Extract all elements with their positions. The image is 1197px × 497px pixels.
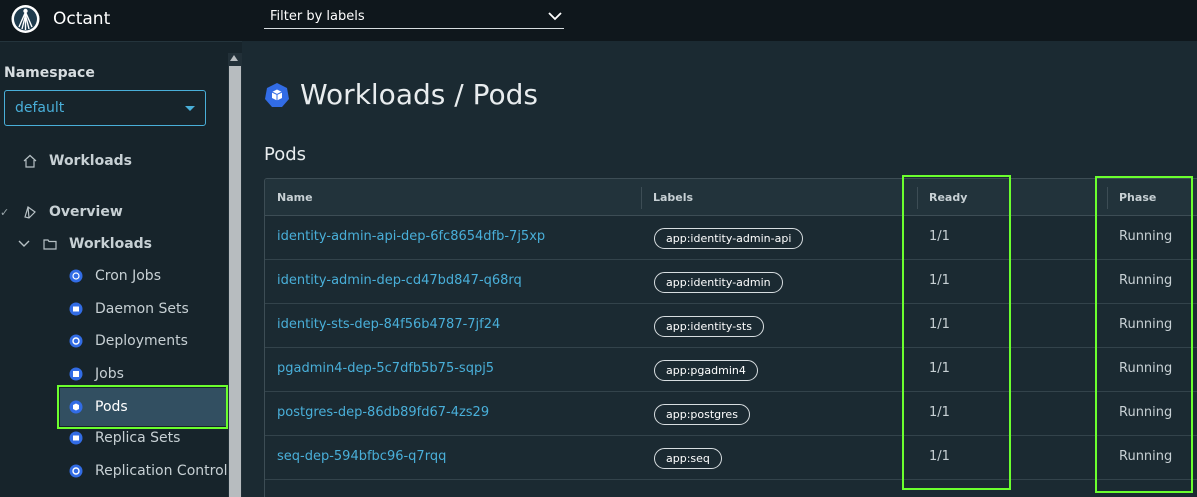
label-chip[interactable]: app:identity-admin-api bbox=[654, 228, 804, 249]
chevron-down-icon bbox=[548, 12, 562, 21]
job-icon bbox=[69, 367, 83, 381]
octant-logo-icon[interactable] bbox=[10, 3, 41, 36]
sidebar-item-label: Daemon Sets bbox=[95, 301, 189, 317]
sidebar-item-label: Jobs bbox=[95, 366, 124, 382]
sidebar-item-workloads-group[interactable]: Workloads bbox=[18, 229, 152, 259]
highlight-box-ready-column bbox=[902, 175, 1011, 490]
label-chip[interactable]: app:identity-admin bbox=[654, 272, 783, 293]
sidebar-item-label: Workloads bbox=[49, 153, 132, 169]
table-row: seq-dep-594bfbc96-q7rqq app:seq 1/1 Runn… bbox=[265, 436, 1197, 480]
table-row: pgadmin4-dep-5c7dfb5b75-sqpj5 app:pgadmi… bbox=[265, 348, 1197, 392]
column-header-labels[interactable]: Labels bbox=[653, 191, 693, 204]
pod-icon bbox=[265, 82, 289, 107]
cron-job-icon bbox=[69, 269, 83, 283]
highlight-box-phase-column bbox=[1095, 176, 1193, 493]
label-filter-placeholder: Filter by labels bbox=[270, 9, 365, 24]
overview-icon bbox=[24, 206, 36, 219]
label-chip[interactable]: app:identity-sts bbox=[654, 316, 764, 337]
pod-name-link[interactable]: postgres-dep-86db89fd67-4zs29 bbox=[277, 405, 489, 420]
sidebar-item-replication-controllers[interactable]: Replication Controll bbox=[69, 456, 231, 486]
pods-table: Name Labels Ready Phase identity-admin-a… bbox=[264, 178, 1197, 497]
label-chip[interactable]: app:pgadmin4 bbox=[654, 360, 758, 381]
sidebar-item-label: Deployments bbox=[95, 333, 188, 349]
replication-controller-icon bbox=[69, 464, 83, 478]
namespace-value: default bbox=[15, 100, 65, 116]
label-chip[interactable]: app:postgres bbox=[654, 404, 750, 425]
top-bar: Octant Filter by labels bbox=[0, 0, 1197, 41]
highlight-box-pods bbox=[57, 385, 228, 429]
pod-name-link[interactable]: identity-admin-dep-cd47bd847-q68rq bbox=[277, 273, 522, 288]
home-icon bbox=[23, 154, 37, 168]
sidebar-item-label: Replication Controll bbox=[95, 463, 232, 479]
section-title: Pods bbox=[264, 144, 307, 165]
sidebar-item-overview[interactable]: ✓ Overview bbox=[0, 197, 123, 227]
pod-name-link[interactable]: identity-sts-dep-84f56b4787-7jf24 bbox=[277, 317, 500, 332]
label-chip[interactable]: app:seq bbox=[654, 448, 722, 469]
sidebar-item-label: Workloads bbox=[69, 236, 152, 252]
sidebar-item-deployments[interactable]: Deployments bbox=[69, 326, 188, 356]
daemon-set-icon bbox=[69, 302, 83, 316]
namespace-label: Namespace bbox=[4, 65, 95, 81]
deployment-icon bbox=[69, 334, 83, 348]
app-title: Octant bbox=[53, 9, 111, 29]
sidebar-item-label: Overview bbox=[49, 204, 123, 220]
column-header-name[interactable]: Name bbox=[277, 191, 313, 204]
sidebar-item-cron-jobs[interactable]: Cron Jobs bbox=[69, 261, 161, 291]
table-header: Name Labels Ready Phase bbox=[265, 179, 1197, 216]
folder-icon bbox=[43, 239, 57, 250]
sidebar-item-daemon-sets[interactable]: Daemon Sets bbox=[69, 294, 189, 324]
table-row: identity-sts-dep-84f56b4787-7jf24 app:id… bbox=[265, 304, 1197, 348]
caret-down-icon bbox=[185, 106, 195, 111]
column-divider bbox=[641, 187, 642, 209]
label-filter-select[interactable]: Filter by labels bbox=[264, 4, 564, 29]
page-title-text: Workloads / Pods bbox=[300, 78, 538, 111]
chevron-down-icon: ✓ bbox=[0, 205, 10, 219]
sidebar-scrollbar-thumb[interactable] bbox=[229, 66, 241, 497]
table-row: identity-admin-api-dep-6fc8654dfb-7j5xp … bbox=[265, 216, 1197, 260]
pod-name-link[interactable]: seq-dep-594bfbc96-q7rqq bbox=[277, 449, 446, 464]
namespace-select[interactable]: default bbox=[4, 90, 206, 126]
sidebar-item-workloads[interactable]: Workloads bbox=[22, 146, 132, 176]
pod-name-link[interactable]: identity-admin-api-dep-6fc8654dfb-7j5xp bbox=[277, 229, 545, 244]
pod-name-link[interactable]: pgadmin4-dep-5c7dfb5b75-sqpj5 bbox=[277, 361, 494, 376]
sidebar-item-label: Cron Jobs bbox=[95, 268, 161, 284]
replica-set-icon bbox=[69, 431, 83, 445]
scroll-up-arrow-icon[interactable] bbox=[230, 55, 238, 61]
chevron-down-icon bbox=[18, 240, 30, 247]
page-title: Workloads / Pods bbox=[264, 78, 538, 111]
table-row: postgres-dep-86db89fd67-4zs29 app:postgr… bbox=[265, 392, 1197, 436]
table-row: identity-admin-dep-cd47bd847-q68rq app:i… bbox=[265, 260, 1197, 304]
sidebar-item-label: Replica Sets bbox=[95, 430, 181, 446]
